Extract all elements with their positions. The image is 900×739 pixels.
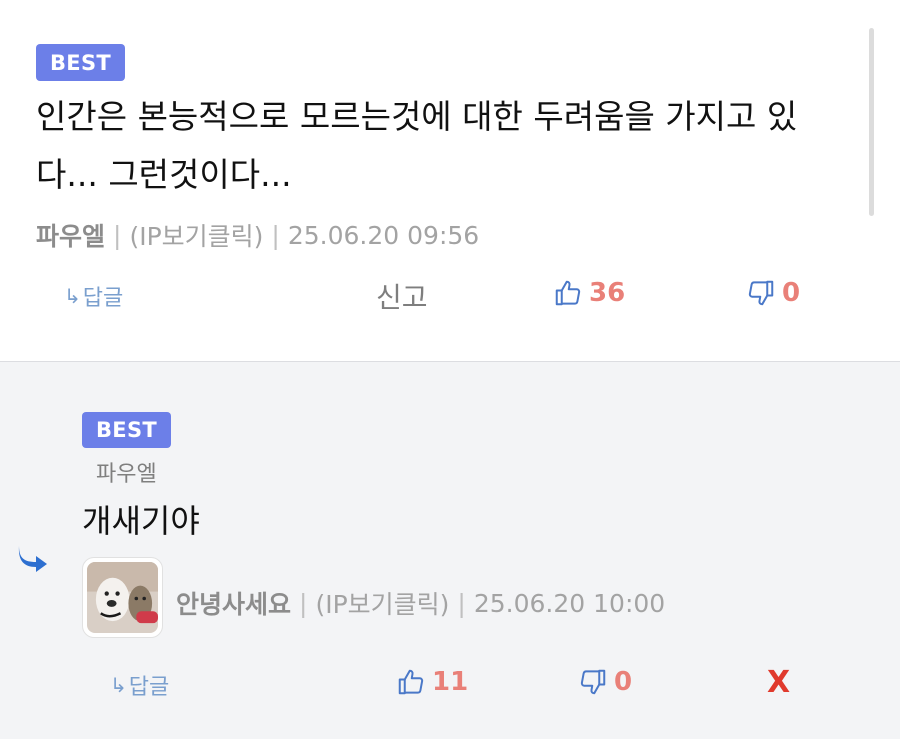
- ip-link[interactable]: (IP보기클릭): [315, 585, 449, 621]
- comment-page: BEST 인간은 본능적으로 모르는것에 대한 두려움을 가지고 있다... 그…: [0, 0, 900, 739]
- parent-author: 파우엘: [96, 462, 157, 487]
- reply-label: 답글: [82, 286, 124, 311]
- meta-separator: |: [457, 588, 466, 618]
- reply-text: 개새기야: [82, 502, 200, 540]
- like-button[interactable]: 36: [553, 278, 625, 308]
- thumbs-up-icon: [555, 280, 581, 306]
- like-count: 11: [432, 667, 469, 697]
- comment-meta: 파우엘 | (IP보기클릭) | 25.06.20 09:56: [36, 217, 479, 253]
- reply-button[interactable]: ↳ 답글: [64, 280, 123, 312]
- reply-author[interactable]: 안녕사세요: [176, 585, 291, 621]
- best-badge: BEST: [36, 44, 126, 81]
- best-reply: BEST 파우엘 개새기야 안녕사세요 | (IP보기클릭) | 25.06.2…: [0, 361, 900, 739]
- thumbs-up-icon: [398, 669, 424, 695]
- dislike-button[interactable]: 0: [746, 278, 800, 308]
- dislike-count: 0: [782, 278, 801, 308]
- reply-button[interactable]: ↳ 답글: [110, 669, 169, 701]
- reply-arrow-icon: ↳: [64, 284, 81, 308]
- thumbs-down-icon: [748, 280, 774, 306]
- thumbs-down-icon: [580, 669, 606, 695]
- meta-separator: |: [113, 220, 122, 250]
- like-button[interactable]: 11: [396, 667, 468, 697]
- comment-timestamp: 25.06.20 09:56: [287, 220, 480, 250]
- comment-text: 인간은 본능적으로 모르는것에 대한 두려움을 가지고 있다... 그런것이다.…: [36, 97, 798, 194]
- dislike-count: 0: [614, 667, 633, 697]
- reply-actions: ↳ 답글 11 0 X: [0, 661, 900, 711]
- reply-timestamp: 25.06.20 10:00: [473, 588, 666, 618]
- scrollbar[interactable]: [869, 28, 874, 216]
- report-button[interactable]: 신고: [376, 276, 428, 316]
- best-badge: BEST: [82, 412, 172, 448]
- avatar-image: [87, 562, 158, 633]
- like-count: 36: [589, 278, 626, 308]
- meta-separator: |: [299, 588, 308, 618]
- reply-meta: 안녕사세요 | (IP보기클릭) | 25.06.20 10:00: [176, 585, 665, 621]
- ip-link[interactable]: (IP보기클릭): [129, 217, 263, 253]
- meta-separator: |: [271, 220, 280, 250]
- comment-author[interactable]: 파우엘: [36, 217, 105, 253]
- reply-label: 답글: [128, 675, 170, 700]
- avatar[interactable]: [82, 557, 163, 638]
- best-comment: BEST 인간은 본능적으로 모르는것에 대한 두려움을 가지고 있다... 그…: [0, 0, 900, 361]
- dislike-button[interactable]: 0: [578, 667, 632, 697]
- comment-actions: ↳ 답글 신고 36 0: [0, 272, 900, 322]
- curved-arrow-right-icon: [18, 546, 47, 572]
- delete-button[interactable]: X: [767, 665, 790, 700]
- reply-arrow-icon: ↳: [110, 673, 127, 697]
